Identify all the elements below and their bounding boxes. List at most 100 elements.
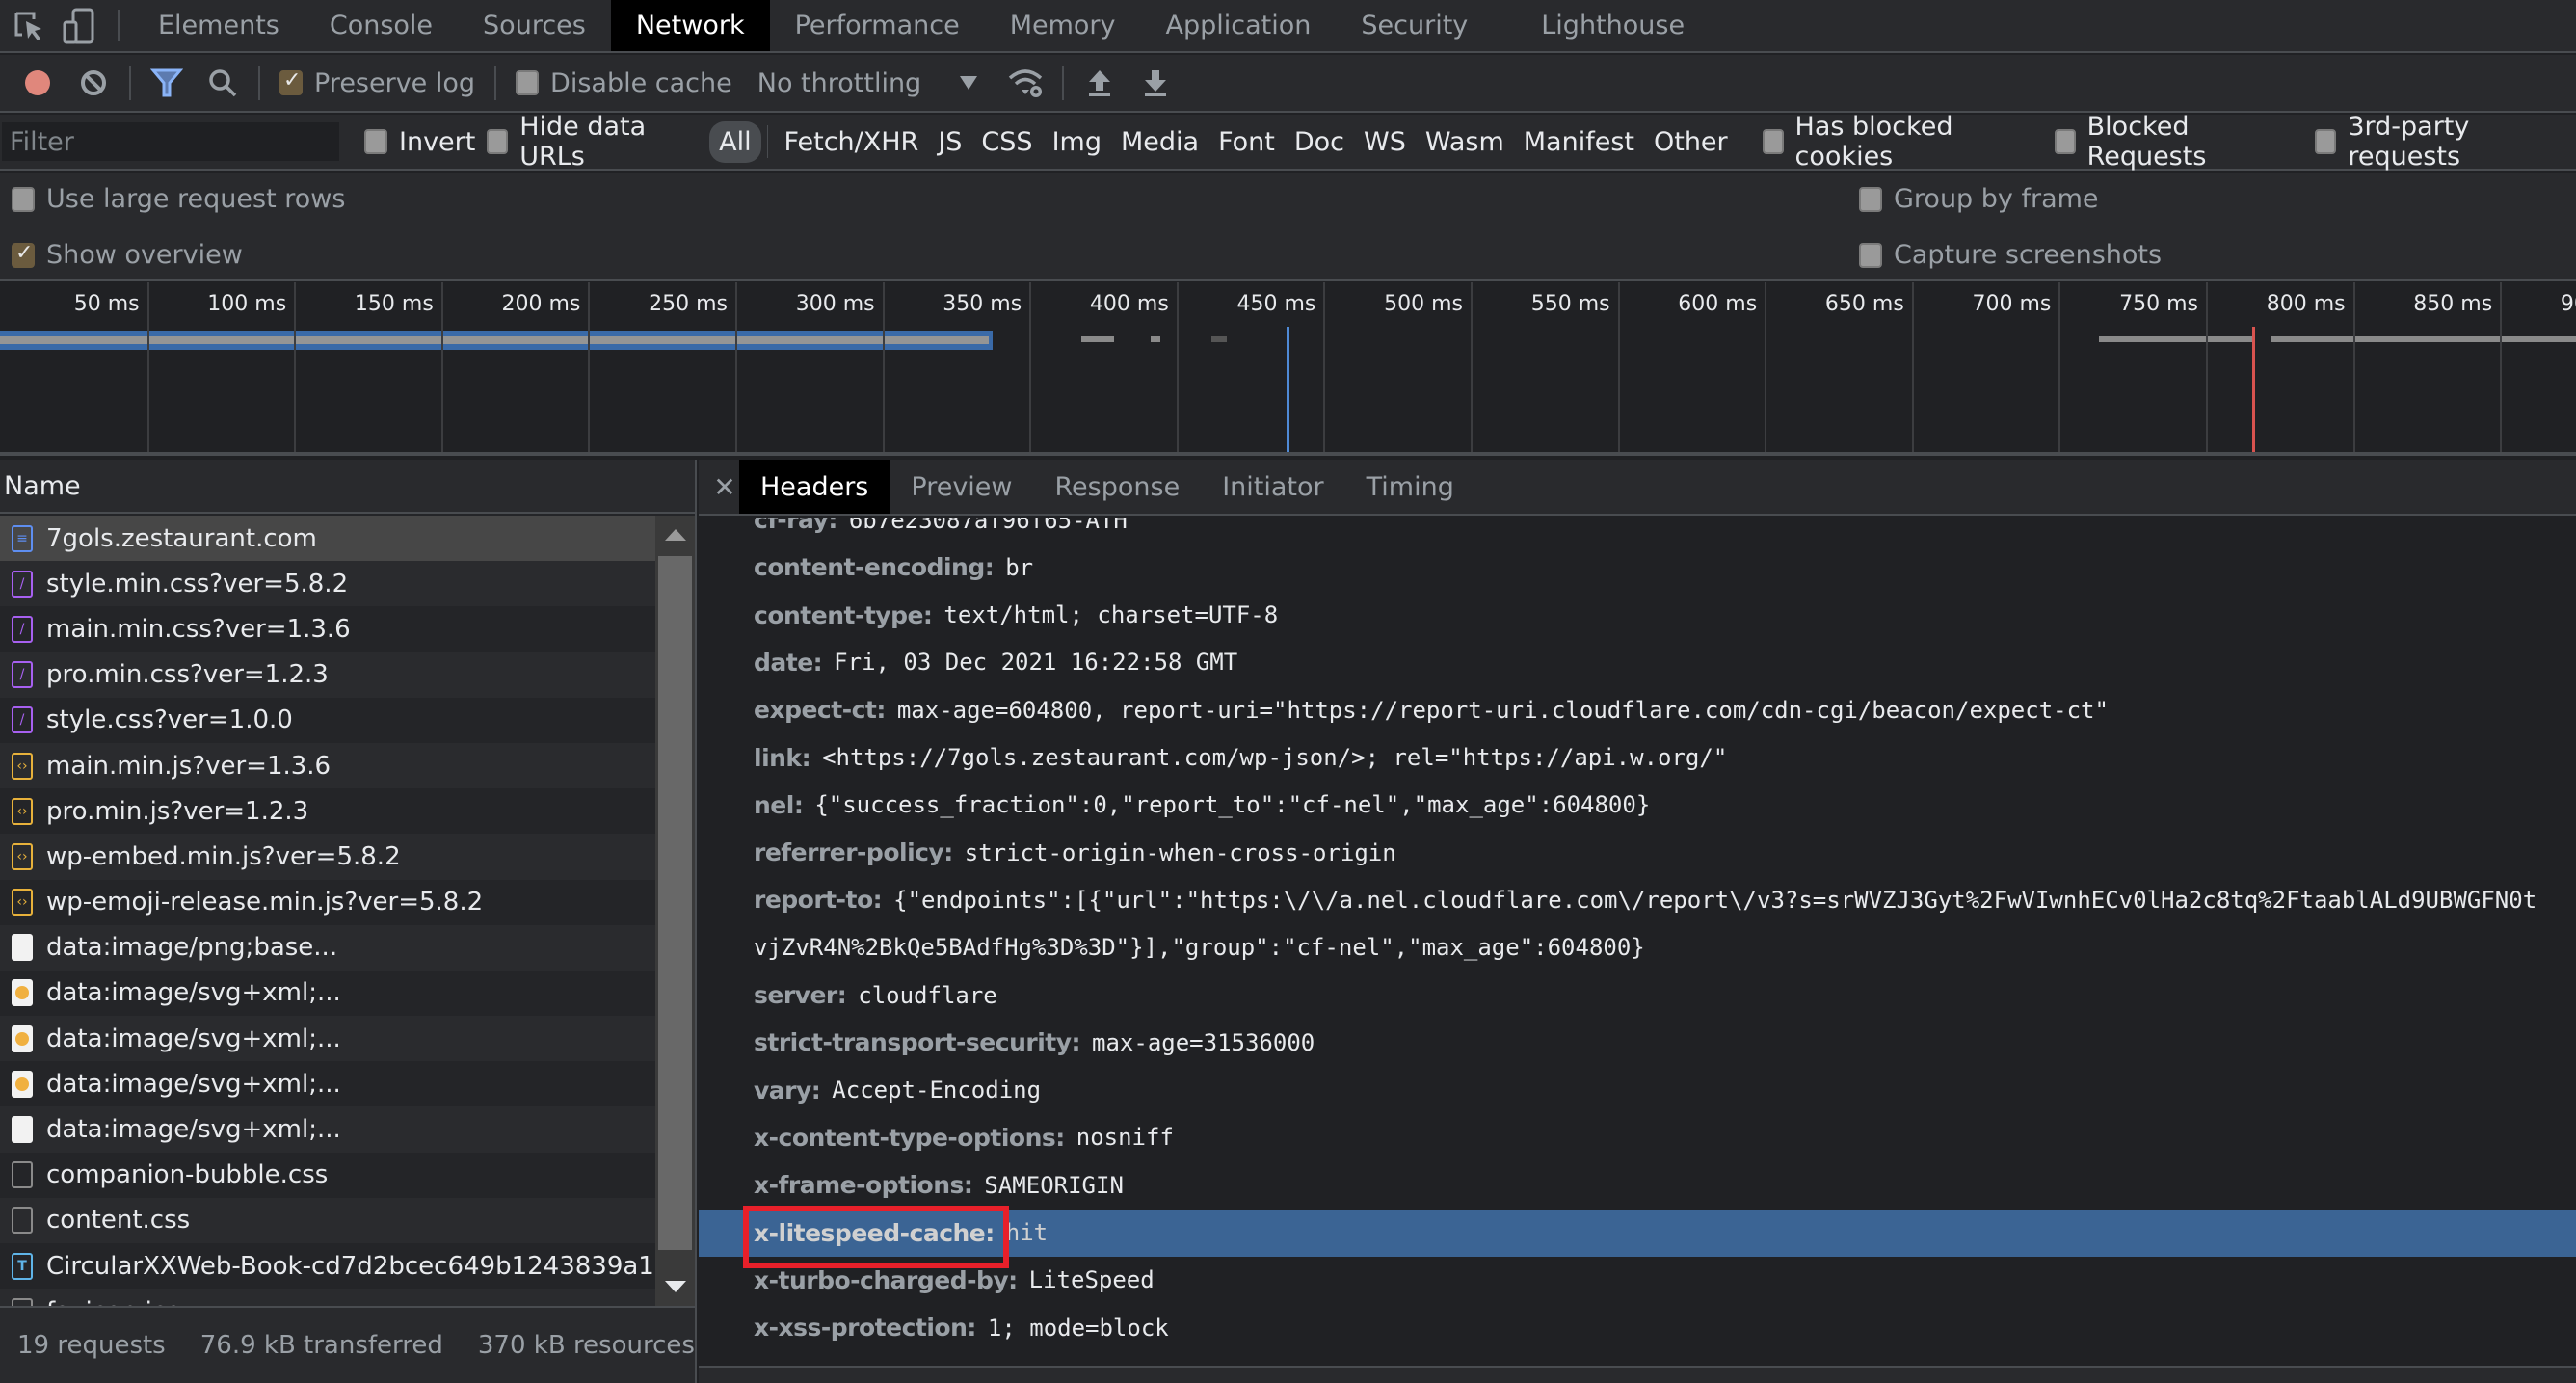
close-details-icon[interactable]: ✕ <box>710 460 739 514</box>
request-row[interactable]: / pro.min.css?ver=1.2.3 <box>0 652 655 698</box>
request-row[interactable]: ≡ 7gols.zestaurant.com <box>0 516 655 562</box>
tab-response[interactable]: Response <box>1034 460 1202 514</box>
record-button[interactable] <box>10 59 66 107</box>
request-row[interactable]: ‹› wp-emoji-release.min.js?ver=5.8.2 <box>0 879 655 925</box>
checkbox-box[interactable] <box>12 241 35 268</box>
response-header-row[interactable]: link: <https://7gols.zestaurant.com/wp-js… <box>699 734 2576 782</box>
overview-gridline <box>1911 282 1914 452</box>
show-overview-checkbox[interactable]: Show overview <box>12 240 243 270</box>
third-party-requests-checkbox[interactable]: 3rd-party requests <box>2315 112 2564 172</box>
tab-console[interactable]: Console <box>305 0 458 51</box>
request-list-scrollbar[interactable] <box>655 516 695 1306</box>
tab-preview[interactable]: Preview <box>890 460 1033 514</box>
request-row[interactable]: / main.min.css?ver=1.3.6 <box>0 606 655 652</box>
request-row[interactable]: data:image/svg+xml;... <box>0 1016 655 1062</box>
checkbox-box[interactable] <box>1859 242 1882 268</box>
blocked-requests-checkbox[interactable]: Blocked Requests <box>2054 112 2293 172</box>
checkbox-box[interactable] <box>2315 129 2337 154</box>
device-toolbar-icon[interactable] <box>54 0 104 51</box>
group-by-frame-checkbox[interactable]: Group by frame <box>1859 184 2099 214</box>
tab-sources[interactable]: Sources <box>458 0 611 51</box>
request-row[interactable]: data:image/svg+xml;... <box>0 1106 655 1153</box>
tab-performance[interactable]: Performance <box>770 0 985 51</box>
hide-data-urls-checkbox[interactable]: Hide data URLs <box>487 112 698 172</box>
invert-checkbox[interactable]: Invert <box>364 127 475 157</box>
search-button[interactable] <box>195 59 251 107</box>
response-header-row[interactable]: nel: {"success_fraction":0,"report_to":"c… <box>699 782 2576 829</box>
response-header-row[interactable]: report-to: {"endpoints":[{"url":"https:\/… <box>699 876 2576 923</box>
response-header-row[interactable]: expect-ct: max-age=604800, report-uri="ht… <box>699 686 2576 733</box>
request-row[interactable]: T CircularXXWeb-Book-cd7d2bcec649b1243839… <box>0 1243 655 1290</box>
checkbox-box[interactable] <box>516 70 540 95</box>
disable-cache-checkbox[interactable]: Disable cache <box>516 68 732 98</box>
scroll-thumb[interactable] <box>658 556 692 1250</box>
tab-memory[interactable]: Memory <box>985 0 1141 51</box>
import-har-button[interactable] <box>1072 59 1128 107</box>
tab-lighthouse[interactable]: Lighthouse <box>1516 0 1710 51</box>
request-row[interactable]: favicon.ico <box>0 1289 655 1306</box>
filter-type-media[interactable]: Media <box>1111 121 1208 163</box>
response-header-row[interactable]: cf-ray: 6b7e23087af96f65-ATH <box>699 518 2576 544</box>
tab-network[interactable]: Network <box>610 0 770 51</box>
filter-type-other[interactable]: Other <box>1644 121 1738 163</box>
filter-type-css[interactable]: CSS <box>971 121 1042 163</box>
scroll-down-arrow-icon[interactable] <box>665 1281 686 1292</box>
response-header-row[interactable]: referrer-policy: strict-origin-when-cross… <box>699 829 2576 876</box>
checkbox-box[interactable] <box>1762 129 1784 154</box>
tab-security[interactable]: Security <box>1336 0 1493 51</box>
network-overview-timeline[interactable]: 50 ms 100 ms 150 ms 200 ms 250 ms 300 ms 350 m… <box>0 282 2576 456</box>
response-header-row[interactable]: x-frame-options: SAMEORIGIN <box>699 1161 2576 1209</box>
request-row[interactable]: ‹› wp-embed.min.js?ver=5.8.2 <box>0 834 655 880</box>
tab-timing[interactable]: Timing <box>1345 460 1475 514</box>
name-column-header[interactable]: Name <box>0 460 695 514</box>
checkbox-box[interactable] <box>364 129 387 154</box>
response-header-row[interactable]: date: Fri, 03 Dec 2021 16:22:58 GMT <box>699 639 2576 686</box>
filter-type-wasm[interactable]: Wasm <box>1416 121 1514 163</box>
request-row[interactable]: companion-bubble.css <box>0 1152 655 1198</box>
request-row[interactable]: / style.min.css?ver=5.8.2 <box>0 561 655 607</box>
clear-button[interactable] <box>66 59 121 107</box>
request-row[interactable]: data:image/svg+xml;... <box>0 970 655 1017</box>
large-request-rows-checkbox[interactable]: Use large request rows <box>12 184 345 214</box>
filter-toggle-button[interactable] <box>139 59 195 107</box>
response-header-row[interactable]: content-type: text/html; charset=UTF-8 <box>699 592 2576 639</box>
filter-type-all[interactable]: All <box>709 120 761 163</box>
has-blocked-cookies-checkbox[interactable]: Has blocked cookies <box>1762 112 2032 172</box>
tab-initiator[interactable]: Initiator <box>1201 460 1344 514</box>
filter-type-ws[interactable]: WS <box>1354 121 1416 163</box>
filter-type-font[interactable]: Font <box>1208 121 1285 163</box>
filter-type-manifest[interactable]: Manifest <box>1514 121 1644 163</box>
request-row[interactable]: ‹› main.min.js?ver=1.3.6 <box>0 742 655 789</box>
checkbox-box[interactable] <box>12 186 35 212</box>
request-row[interactable]: data:image/svg+xml;... <box>0 1061 655 1107</box>
filter-type-js[interactable]: JS <box>928 121 971 163</box>
response-header-row[interactable]: content-encoding: br <box>699 544 2576 591</box>
filter-type-fetch-xhr[interactable]: Fetch/XHR <box>774 121 928 163</box>
response-header-row[interactable]: server: cloudflare <box>699 971 2576 1019</box>
response-header-row[interactable]: vary: Accept-Encoding <box>699 1067 2576 1114</box>
tab-headers[interactable]: Headers <box>739 460 890 514</box>
request-row[interactable]: data:image/png;base... <box>0 924 655 971</box>
inspect-element-icon[interactable] <box>4 0 54 51</box>
checkbox-box[interactable] <box>487 129 509 154</box>
filter-type-doc[interactable]: Doc <box>1285 121 1354 163</box>
preserve-log-checkbox[interactable]: Preserve log <box>279 68 475 98</box>
export-har-button[interactable] <box>1128 59 1183 107</box>
request-row[interactable]: ‹› pro.min.js?ver=1.2.3 <box>0 788 655 835</box>
network-conditions-button[interactable] <box>998 59 1054 107</box>
checkbox-box[interactable] <box>279 68 303 95</box>
filter-input[interactable] <box>2 122 339 161</box>
response-header-row[interactable]: strict-transport-security: max-age=315360… <box>699 1019 2576 1066</box>
tab-application[interactable]: Application <box>1141 0 1337 51</box>
capture-screenshots-checkbox[interactable]: Capture screenshots <box>1859 240 2162 270</box>
response-header-row[interactable]: x-content-type-options: nosniff <box>699 1114 2576 1161</box>
request-row[interactable]: content.css <box>0 1197 655 1243</box>
checkbox-box[interactable] <box>1859 186 1882 212</box>
checkbox-box[interactable] <box>2054 129 2076 154</box>
response-header-row[interactable]: x-xss-protection: 1; mode=block <box>699 1304 2576 1351</box>
throttling-select[interactable]: No throttling <box>757 68 978 98</box>
filter-type-img[interactable]: Img <box>1043 121 1111 163</box>
request-row[interactable]: / style.css?ver=1.0.0 <box>0 697 655 743</box>
tab-elements[interactable]: Elements <box>133 0 305 51</box>
scroll-up-arrow-icon[interactable] <box>665 529 686 541</box>
